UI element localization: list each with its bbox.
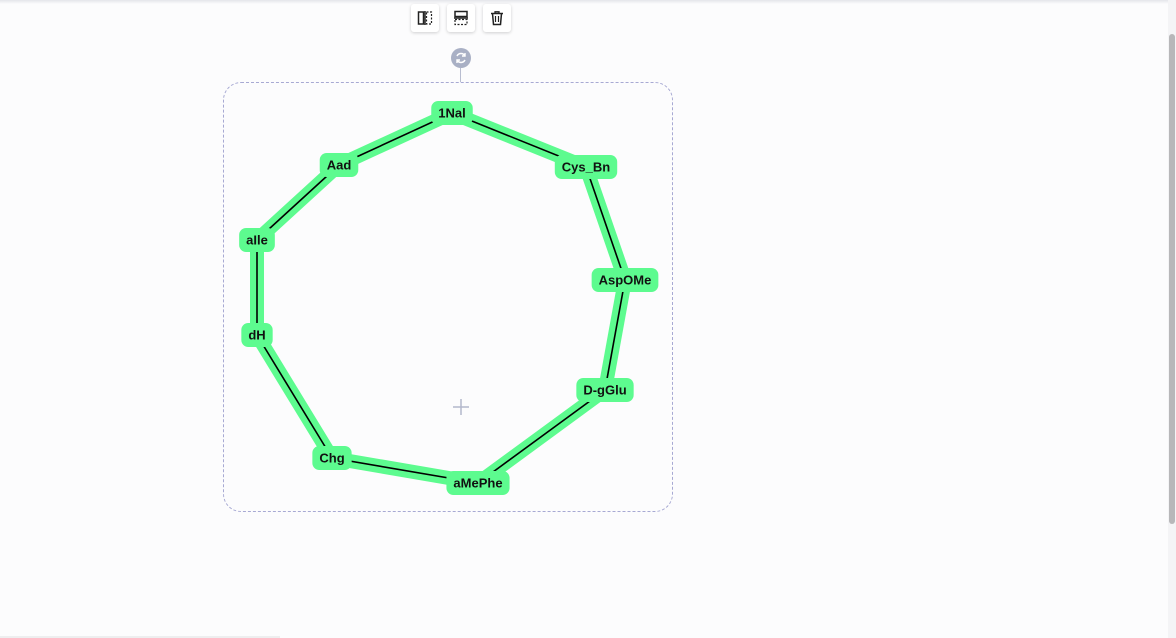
monomer-label: Aad xyxy=(327,158,352,173)
monomer[interactable]: D-gGlu xyxy=(576,378,634,402)
monomer-label: aMePhe xyxy=(453,476,502,491)
monomer[interactable]: aIle xyxy=(239,228,275,252)
monomer-label: 1Nal xyxy=(438,106,465,121)
monomer[interactable]: AspOMe xyxy=(591,268,659,292)
bond[interactable] xyxy=(585,166,626,281)
monomer-label: AspOMe xyxy=(599,273,652,288)
vertical-scrollbar[interactable] xyxy=(1168,0,1176,638)
monomer[interactable]: aMePhe xyxy=(446,471,510,495)
bond[interactable] xyxy=(256,334,333,459)
monomer-label: Cys_Bn xyxy=(562,160,610,175)
monomer[interactable]: dH xyxy=(241,323,273,347)
monomer-label: Chg xyxy=(319,451,344,466)
monomer-layer[interactable]: 1Nal Cys_Bn AspOMe D-gGlu aMePhe Chg dH aIle Aad xyxy=(239,101,659,495)
monomer[interactable]: 1Nal xyxy=(431,101,473,125)
monomer[interactable]: Chg xyxy=(312,446,352,470)
monomer[interactable]: Cys_Bn xyxy=(554,155,618,179)
scrollbar-thumb[interactable] xyxy=(1169,34,1175,524)
bond[interactable] xyxy=(477,389,606,484)
monomer-label: aIle xyxy=(246,233,268,248)
monomer-label: D-gGlu xyxy=(583,383,626,398)
monomer-label: dH xyxy=(248,328,265,343)
cyclic-peptide-structure[interactable]: 1Nal Cys_Bn AspOMe D-gGlu aMePhe Chg dH aIle Aad xyxy=(0,0,1176,638)
monomer[interactable]: Aad xyxy=(319,153,359,177)
